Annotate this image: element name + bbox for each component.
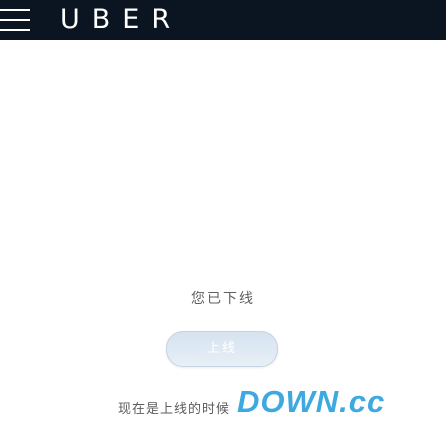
- uber-logo: UBER: [60, 4, 183, 35]
- app-header: UBER: [0, 0, 446, 40]
- hamburger-menu-icon[interactable]: [0, 9, 32, 31]
- status-message: 现在是上线的时候: [118, 402, 231, 417]
- offline-status-title: 您已下线: [191, 291, 255, 307]
- watermark-logo: DOWN.cc: [237, 384, 386, 419]
- go-online-button[interactable]: 上线: [166, 331, 278, 367]
